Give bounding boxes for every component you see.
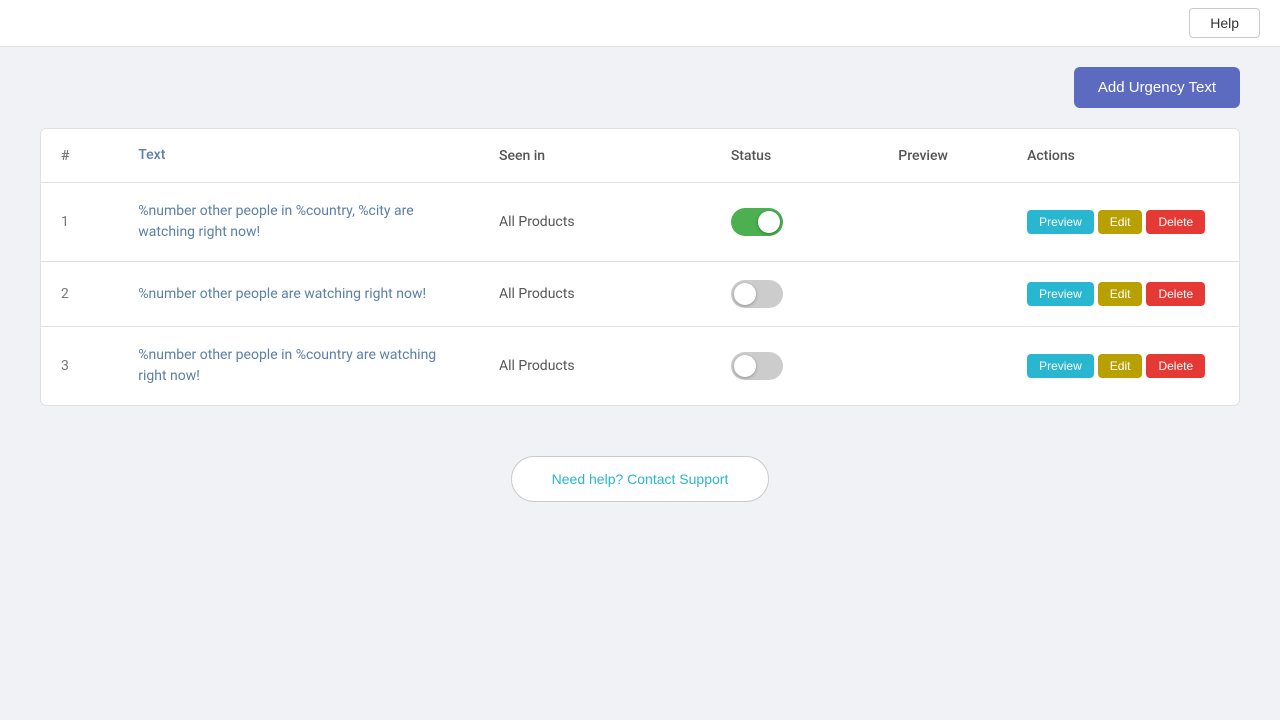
row-text: %number other people in %country are wat… xyxy=(118,327,479,406)
urgency-table-container: # Text Seen in Status Preview Actions 1%… xyxy=(40,128,1240,406)
main-content: Add Urgency Text # Text Seen in Status P… xyxy=(0,47,1280,522)
col-header-status: Status xyxy=(711,129,878,183)
row-status xyxy=(711,183,878,262)
row-seen-in: All Products xyxy=(479,327,711,406)
row-preview-cell xyxy=(878,327,1007,406)
delete-button[interactable]: Delete xyxy=(1146,354,1205,378)
delete-button[interactable]: Delete xyxy=(1146,210,1205,234)
row-preview-cell xyxy=(878,183,1007,262)
urgency-table: # Text Seen in Status Preview Actions 1%… xyxy=(41,129,1239,405)
toolbar: Add Urgency Text xyxy=(40,67,1240,108)
table-row: 2%number other people are watching right… xyxy=(41,262,1239,327)
edit-button[interactable]: Edit xyxy=(1098,210,1143,234)
row-preview-cell xyxy=(878,262,1007,327)
row-number: 3 xyxy=(41,327,118,406)
preview-button[interactable]: Preview xyxy=(1027,282,1094,306)
row-number: 1 xyxy=(41,183,118,262)
edit-button[interactable]: Edit xyxy=(1098,282,1143,306)
delete-button[interactable]: Delete xyxy=(1146,282,1205,306)
row-seen-in: All Products xyxy=(479,183,711,262)
row-text: %number other people in %country, %city … xyxy=(118,183,479,262)
row-actions: PreviewEditDelete xyxy=(1007,262,1239,327)
col-header-preview: Preview xyxy=(878,129,1007,183)
row-actions: PreviewEditDelete xyxy=(1007,183,1239,262)
contact-support-section: Need help? Contact Support xyxy=(40,456,1240,502)
add-urgency-button[interactable]: Add Urgency Text xyxy=(1074,67,1240,108)
edit-button[interactable]: Edit xyxy=(1098,354,1143,378)
row-status xyxy=(711,262,878,327)
col-header-seen-in: Seen in xyxy=(479,129,711,183)
status-toggle[interactable] xyxy=(731,280,783,308)
status-toggle[interactable] xyxy=(731,208,783,236)
contact-support-button[interactable]: Need help? Contact Support xyxy=(511,456,770,502)
row-text: %number other people are watching right … xyxy=(118,262,479,327)
table-row: 1%number other people in %country, %city… xyxy=(41,183,1239,262)
preview-button[interactable]: Preview xyxy=(1027,210,1094,234)
row-status xyxy=(711,327,878,406)
table-header-row: # Text Seen in Status Preview Actions xyxy=(41,129,1239,183)
row-actions: PreviewEditDelete xyxy=(1007,327,1239,406)
row-number: 2 xyxy=(41,262,118,327)
row-seen-in: All Products xyxy=(479,262,711,327)
help-button[interactable]: Help xyxy=(1189,8,1260,38)
col-header-num: # xyxy=(41,129,118,183)
preview-button[interactable]: Preview xyxy=(1027,354,1094,378)
status-toggle[interactable] xyxy=(731,352,783,380)
top-bar: Help xyxy=(0,0,1280,47)
table-row: 3%number other people in %country are wa… xyxy=(41,327,1239,406)
col-header-actions: Actions xyxy=(1007,129,1239,183)
col-header-text: Text xyxy=(118,129,479,183)
